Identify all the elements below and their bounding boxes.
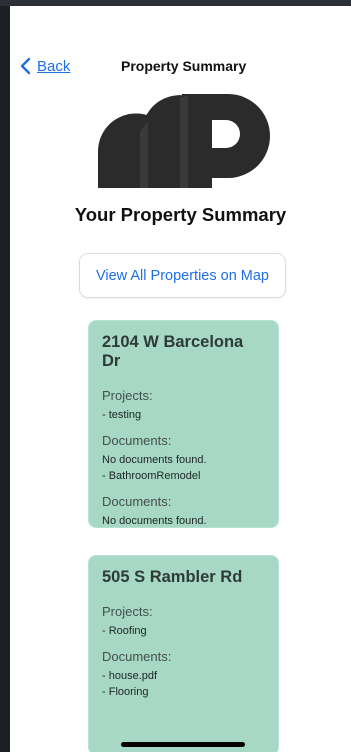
page-title: Property Summary	[121, 58, 247, 74]
documents-section: Documents: - house.pdf - Flooring	[102, 649, 266, 700]
section-line: - testing	[102, 409, 142, 421]
projects-section: Projects: - Roofing	[102, 604, 266, 639]
home-indicator[interactable]	[121, 742, 245, 747]
section-heading: Documents:	[102, 649, 172, 664]
section-heading: Projects:	[102, 604, 153, 619]
section-line: - house.pdf	[102, 670, 158, 682]
section-line: - BathroomRemodel	[102, 470, 201, 482]
property-card: 2104 W Barcelona Dr Projects: - testing …	[88, 320, 279, 528]
property-address: 2104 W Barcelona Dr	[102, 333, 244, 370]
section-heading: Documents:	[102, 494, 172, 509]
view-map-button[interactable]: View All Properties on Map	[79, 253, 286, 298]
property-card: 505 S Rambler Rd Projects: - Roofing Doc…	[88, 555, 279, 752]
section-line: - Roofing	[102, 625, 147, 637]
back-label: Back	[37, 57, 71, 75]
app-logo	[97, 90, 270, 188]
chevron-left-icon	[20, 57, 31, 75]
section-heading: Documents:	[102, 433, 172, 448]
documents-section: Documents: No documents found. - Bathroo…	[102, 433, 266, 484]
navigation-bar: Back Property Summary	[10, 54, 351, 78]
documents-section: Documents: No documents found.	[102, 494, 266, 529]
phone-screen: Back Property Summary Your Property Summ…	[10, 6, 351, 752]
summary-heading: Your Property Summary	[74, 204, 287, 225]
back-button[interactable]: Back	[20, 54, 70, 78]
section-line: No documents found.	[102, 515, 207, 527]
section-line: No documents found.	[102, 454, 207, 466]
projects-section: Projects: - testing	[102, 388, 266, 423]
property-address: 505 S Rambler Rd	[102, 568, 243, 586]
section-heading: Projects:	[102, 388, 153, 403]
section-line: - Flooring	[102, 686, 149, 698]
